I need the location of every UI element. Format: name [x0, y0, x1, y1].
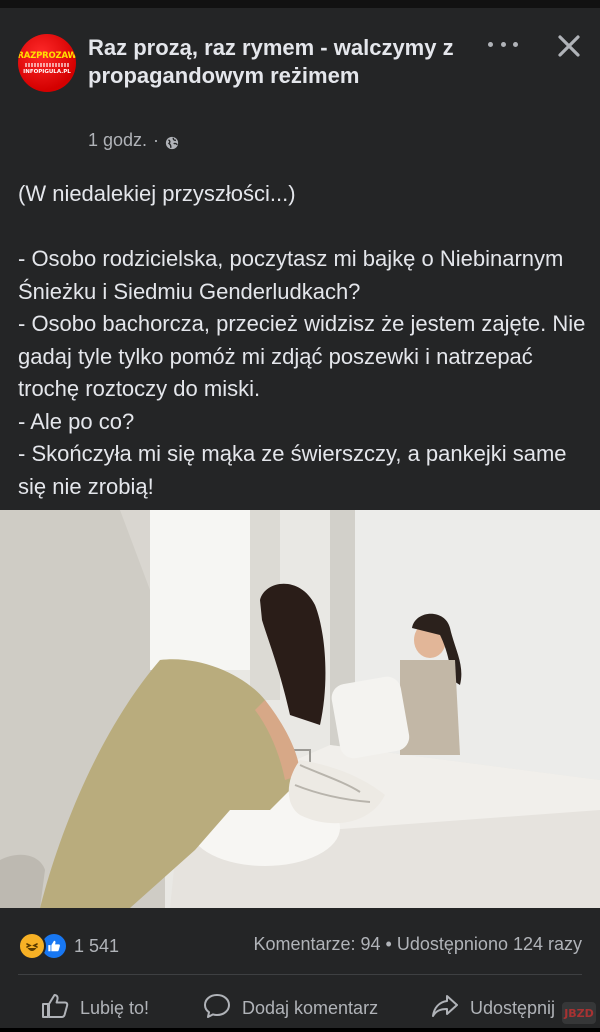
post-meta: 1 godz. ·	[88, 130, 179, 151]
stats-right: Komentarze: 94 • Udostępniono 124 razy	[253, 934, 582, 955]
avatar-logo-text: RAZPROZAW	[18, 50, 76, 61]
more-options-icon[interactable]	[488, 32, 518, 56]
avatar-logo-url: INFOPIGULA.PL	[23, 68, 71, 75]
post-time[interactable]: 1 godz.	[88, 130, 147, 151]
shares-count[interactable]: Udostępniono 124 razy	[397, 934, 582, 954]
page-name[interactable]: Raz prozą, raz rymem - walczymy z propag…	[88, 34, 468, 90]
post-card: RAZPROZAW INFOPIGULA.PL Raz prozą, raz r…	[0, 8, 600, 1028]
like-button[interactable]: Lubię to!	[40, 984, 149, 1032]
post-text-line: (W niedalekiej przyszłości...)	[18, 181, 296, 206]
post-photo[interactable]	[0, 510, 600, 908]
comment-label: Dodaj komentarz	[242, 997, 379, 1018]
post-text-line: - Ale po co?	[18, 408, 135, 434]
stats-dot: •	[385, 934, 392, 954]
post-text-line: - Osobo bachorcza, przecież widzisz że j…	[18, 311, 586, 401]
post-text-line: - Skończyła mi się mąka ze świerszczy, a…	[18, 441, 567, 499]
share-button[interactable]: Udostępnij	[430, 984, 555, 1032]
share-icon	[430, 991, 460, 1026]
post-text: (W niedalekiej przyszłości...) - Osobo r…	[18, 178, 588, 503]
meta-separator: ·	[153, 130, 160, 150]
reaction-count: 1 541	[74, 935, 120, 956]
thumbs-up-icon	[40, 991, 70, 1026]
like-label: Lubię to!	[80, 997, 150, 1018]
share-label: Udostępnij	[470, 997, 556, 1018]
post-stats: 1 541 Komentarze: 94 • Udostępniono 124 …	[0, 926, 600, 962]
comment-icon	[202, 991, 232, 1026]
comments-count[interactable]: Komentarze: 94	[253, 934, 380, 954]
comment-button[interactable]: Dodaj komentarz	[202, 984, 378, 1032]
page-avatar[interactable]: RAZPROZAW INFOPIGULA.PL	[18, 34, 76, 92]
action-bar: Lubię to! Dodaj komentarz Udostępnij	[0, 984, 600, 1032]
avatar-logo-subtext	[25, 62, 69, 67]
close-icon[interactable]	[555, 32, 583, 60]
haha-icon	[18, 932, 46, 960]
watermark-logo: JBZD	[562, 1002, 596, 1024]
divider	[18, 974, 582, 975]
post-text-line: - Osobo rodzicielska, poczytasz mi bajkę…	[18, 246, 564, 304]
reactions-summary[interactable]: 1 541	[18, 932, 119, 960]
globe-icon	[165, 134, 179, 149]
top-strip	[0, 0, 600, 8]
